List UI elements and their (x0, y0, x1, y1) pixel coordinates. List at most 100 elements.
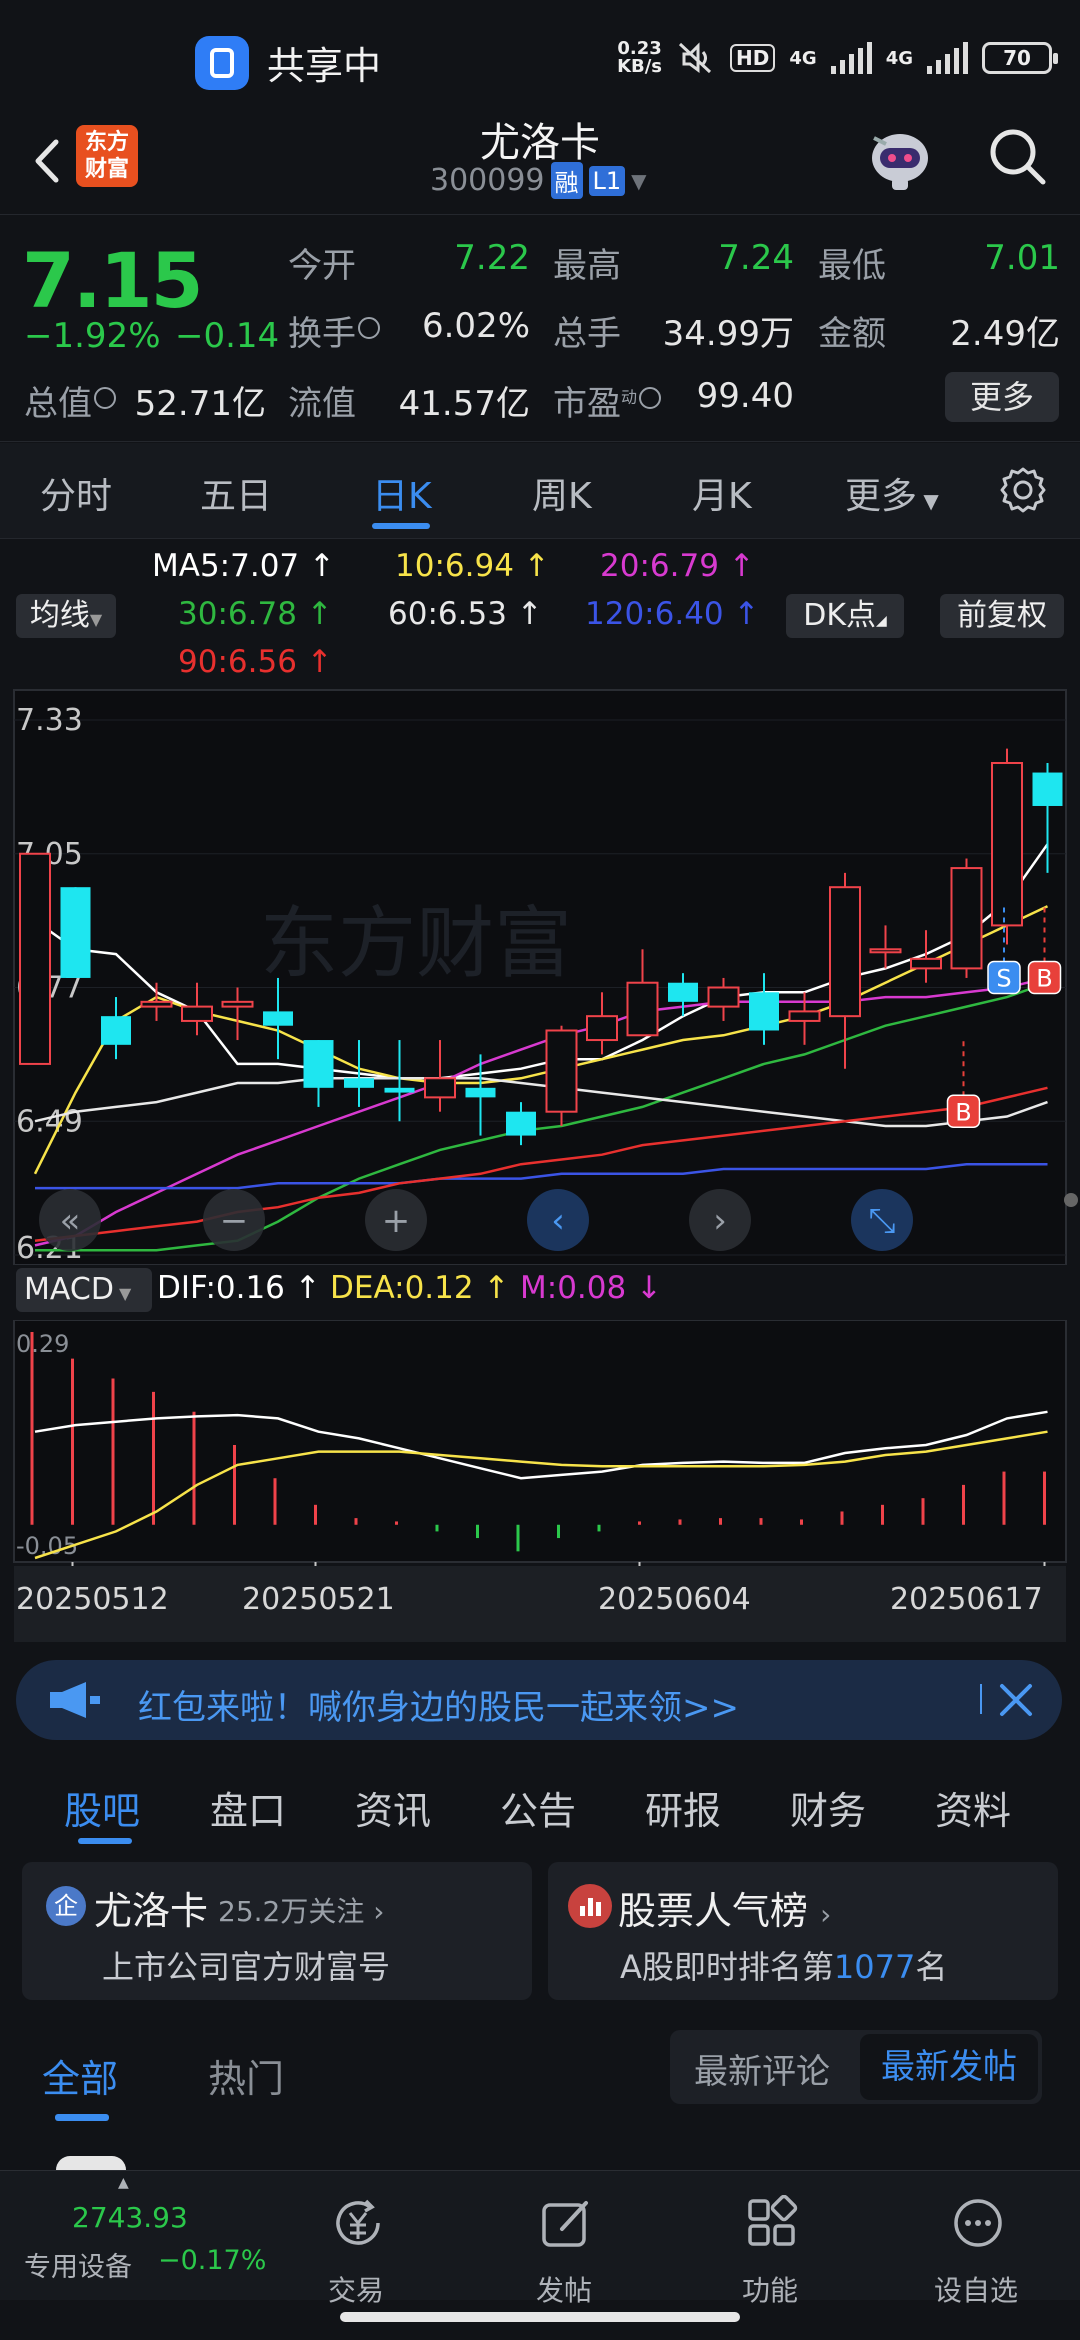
candle-body (749, 992, 779, 1031)
dea-legend: DEA:0.12 ↑ (330, 1270, 510, 1306)
marker-label: B (1036, 965, 1052, 993)
control-glyph: − (220, 1201, 249, 1241)
mktcap-value: 52.71亿 (134, 384, 266, 424)
ma90-legend: 90:6.56 ↑ (178, 644, 333, 680)
gear-icon[interactable] (998, 465, 1048, 515)
change-amount: −0.14 (175, 316, 280, 356)
y-tick-label: 7.33 (16, 703, 83, 738)
tab-five-day[interactable]: 五日 (200, 467, 272, 519)
tab-research[interactable]: 研报 (645, 1780, 721, 1835)
search-icon[interactable] (985, 124, 1049, 188)
candle-body (303, 1040, 334, 1088)
status-bar: 共享中 0.23 KB/s HD 4G 4G 70 (0, 0, 1080, 110)
pe-value: 99.40 (696, 376, 794, 416)
caret-down-icon: ▼ (89, 610, 103, 629)
change-percent: −1.92% (24, 316, 161, 356)
candle-body (19, 852, 51, 1065)
tab-all-posts[interactable]: 全部 (42, 2048, 118, 2103)
popularity-rank-card[interactable]: 股票人气榜 › A股即时排名第1077名 (548, 1862, 1058, 2000)
popularity-title: 股票人气榜 › (618, 1889, 832, 1933)
company-account-card[interactable]: 企 尤洛卡 25.2万关注 › 上市公司官方财富号 (22, 1862, 532, 2000)
stock-code-row[interactable]: 300099 融 L1 ▼ (430, 162, 647, 199)
avatar-partial (56, 2156, 126, 2170)
dk-point-button[interactable]: DK点◢ (786, 594, 904, 638)
zoom-in-icon[interactable]: + (365, 1189, 427, 1251)
sector-index[interactable]: ▲ 2743.93 专用设备 −0.17% (0, 2171, 280, 2301)
marker-label: S (996, 965, 1011, 993)
indicator-type-dropdown[interactable]: MACD ▼ (16, 1268, 152, 1312)
macd-chart[interactable]: 0.29 -0.05 (0, 1320, 1080, 1570)
tab-monthly-k[interactable]: 月K (692, 467, 752, 519)
edit-icon (542, 2201, 588, 2247)
candle-body (829, 886, 861, 1018)
status-icons: 0.23 KB/s HD 4G 4G 70 (617, 40, 1058, 76)
network-type-1: 4G (789, 47, 817, 69)
next-icon[interactable]: › (689, 1189, 751, 1251)
company-account-subtitle: 上市公司官方财富号 (102, 1948, 391, 1986)
candle-body (910, 957, 942, 970)
scroll-handle[interactable] (1064, 1193, 1078, 1207)
level-tag: L1 (588, 165, 626, 196)
tab-order-book[interactable]: 盘口 (210, 1780, 286, 1835)
sector-change: −0.17% (158, 2245, 267, 2276)
period-tabs: 分时 五日 日K 周K 月K 更多 ▼ (0, 443, 1080, 539)
control-glyph: + (382, 1201, 411, 1241)
candle-body (707, 986, 740, 1008)
tab-profile[interactable]: 资料 (935, 1780, 1011, 1835)
banner-text: 红包来啦！喊你身边的股民一起来领>> (138, 1688, 739, 1728)
sort-latest-comment[interactable]: 最新评论 (694, 2044, 830, 2093)
scroll-left-icon[interactable]: « (39, 1189, 101, 1251)
popularity-subtitle: A股即时排名第1077名 (620, 1948, 948, 1986)
candle-body (788, 1010, 821, 1022)
open-label: 今开 (288, 246, 356, 286)
caret-up-icon: ▲ (118, 2175, 129, 2191)
more-quote-button[interactable]: 更多 (945, 372, 1059, 422)
caret-down-icon: ▼ (113, 1284, 132, 1303)
ma120-legend: 120:6.40 ↑ (585, 596, 760, 632)
candle-body (384, 1087, 415, 1093)
tab-weekly-k[interactable]: 周K (532, 467, 592, 519)
candle-body (424, 1077, 456, 1099)
close-icon[interactable] (996, 1680, 1036, 1720)
assistant-robot-icon[interactable] (862, 118, 938, 194)
candle-body (626, 981, 659, 1037)
screen-share-label: 共享中 (267, 44, 382, 88)
tab-hot-posts[interactable]: 热门 (208, 2048, 284, 2103)
tab-more-periods[interactable]: 更多 ▼ (845, 467, 939, 519)
info-icon[interactable] (94, 387, 116, 409)
promo-banner[interactable]: 红包来啦！喊你身边的股民一起来领>> (16, 1660, 1062, 1740)
sort-latest-post[interactable]: 最新发帖 (860, 2034, 1038, 2100)
float-cap-label: 流值 (288, 384, 356, 424)
high-value: 7.24 (718, 238, 794, 278)
candle-body (181, 1005, 213, 1022)
tab-daily-k[interactable]: 日K (372, 467, 432, 519)
zoom-out-icon[interactable]: − (203, 1189, 265, 1251)
candle-body (221, 1000, 254, 1008)
tab-financials[interactable]: 财务 (790, 1780, 866, 1835)
tab-intraday[interactable]: 分时 (40, 467, 112, 519)
candle-body (506, 1111, 536, 1136)
info-icon[interactable] (358, 317, 380, 339)
sort-toggle: 最新评论 最新发帖 (670, 2030, 1042, 2104)
tab-announcements[interactable]: 公告 (500, 1780, 576, 1835)
ma5-legend: MA5:7.07 ↑ (152, 548, 335, 584)
pe-label: 市盈动 (553, 376, 662, 425)
m-legend: M:0.08 ↓ (520, 1270, 663, 1306)
info-icon[interactable] (639, 387, 662, 409)
tab-news[interactable]: 资讯 (355, 1780, 431, 1835)
kline-chart[interactable]: 东方财富 7.337.056.776.496.21 SBB «−+‹›⤡ (0, 680, 1080, 1265)
volume-value: 34.99万 (662, 314, 794, 354)
tab-forum[interactable]: 股吧 (64, 1780, 140, 1835)
adjust-price-button[interactable]: 前复权 (940, 594, 1064, 638)
fullscreen-icon[interactable]: ⤡ (851, 1189, 913, 1251)
battery-indicator: 70 (982, 42, 1058, 74)
active-tab-indicator (78, 1838, 132, 1844)
bottom-nav: ▲ 2743.93 专用设备 −0.17% 交易 发帖 功能 设自选 (0, 2170, 1080, 2307)
ma20-legend: 20:6.79 ↑ (600, 548, 755, 584)
previous-icon[interactable]: ‹ (527, 1189, 589, 1251)
macd-y-top: 0.29 (16, 1330, 69, 1358)
ma-type-dropdown[interactable]: 均线▼ (16, 594, 116, 638)
screen-share-indicator[interactable]: 共享中 (195, 35, 381, 90)
date-tick-label: 20250604 (598, 1582, 751, 1617)
control-glyph: › (713, 1201, 727, 1241)
